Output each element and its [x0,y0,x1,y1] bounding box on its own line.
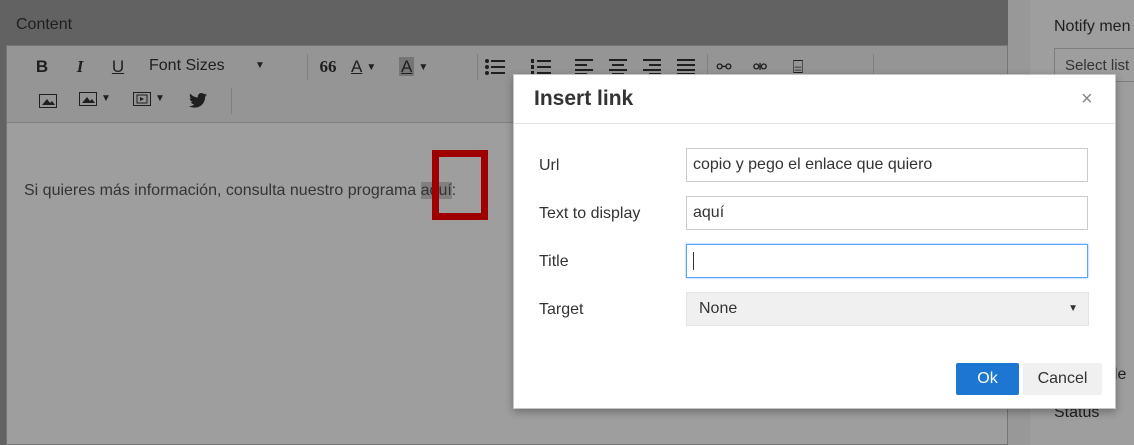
url-label: Url [539,157,560,174]
text-to-display-input[interactable]: aquí [686,196,1088,230]
title-input[interactable] [686,244,1088,278]
dialog-title: Insert link [534,87,634,110]
close-icon[interactable]: × [1081,88,1093,111]
ok-button[interactable]: Ok [956,363,1019,395]
chevron-down-icon: ▼ [1068,303,1078,314]
insert-link-dialog: Insert link × Url copio y pego el enlace… [513,74,1116,409]
target-select[interactable]: None ▼ [686,292,1089,326]
dialog-header: Insert link × [514,75,1115,124]
title-label: Title [539,253,569,270]
text-to-display-label: Text to display [539,205,641,222]
target-select-value: None [699,300,738,317]
target-label: Target [539,301,584,318]
url-input[interactable]: copio y pego el enlace que quiero [686,148,1088,182]
cancel-button[interactable]: Cancel [1023,363,1102,395]
text-cursor [693,251,694,270]
